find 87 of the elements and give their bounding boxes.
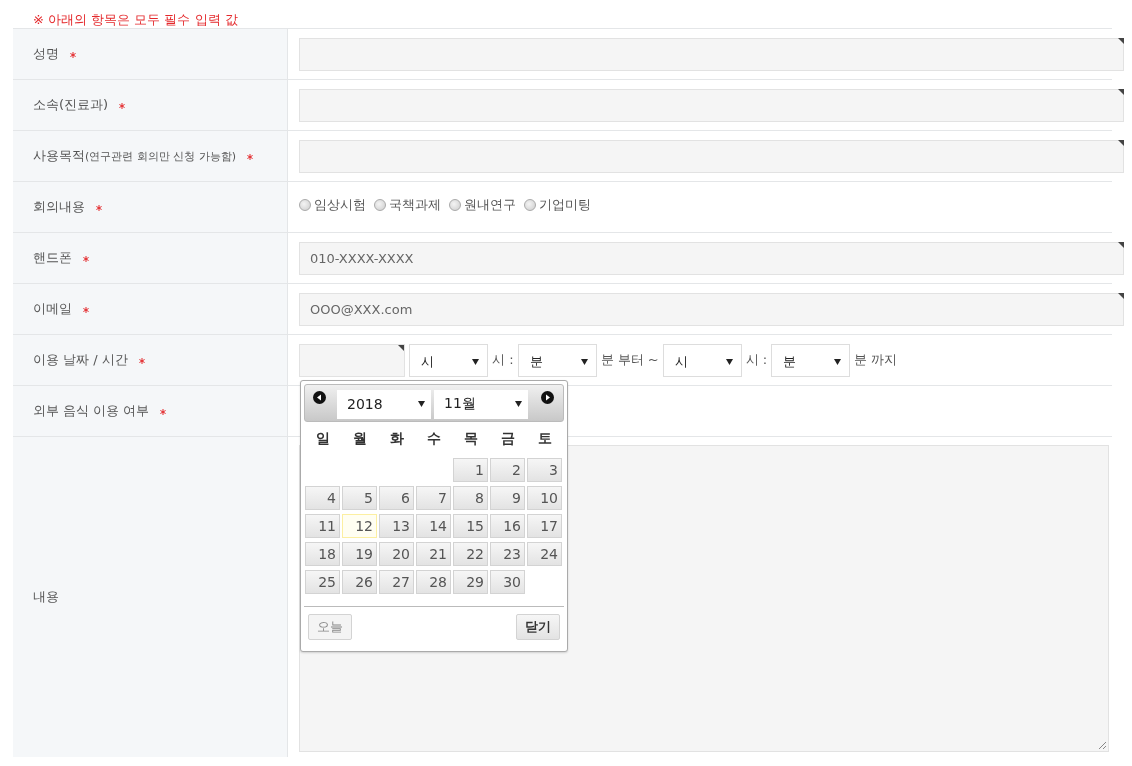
calendar-day[interactable]: 8 [453,485,488,510]
field-label: 이용 날짜 / 시간 [33,351,128,369]
calendar-day[interactable]: 25 [305,569,340,594]
calendar-day[interactable]: 23 [490,541,525,566]
year-select[interactable]: 2018 [337,389,431,419]
weekday-label: 목 [462,429,479,448]
calendar-day[interactable]: 26 [342,569,377,594]
field-label: 외부 음식 이용 여부 [33,402,150,420]
field-label: 회의내용 [33,198,85,216]
field-label: 성명 [33,45,59,63]
calendar-day[interactable]: 18 [305,541,340,566]
dropdown-caret-icon [725,359,733,365]
weekday-label: 월 [351,429,368,448]
radio-option[interactable]: 국책과제 [374,195,441,214]
calendar-day[interactable]: 6 [379,485,414,510]
field-label: 이메일 [33,300,72,318]
calendar-day[interactable]: 29 [453,569,488,594]
dropdown-caret-icon [472,359,479,365]
calendar-day[interactable]: 27 [379,569,414,594]
calendar-day[interactable]: 9 [490,485,525,510]
input-field[interactable] [299,139,1124,173]
time-unit-text: 시 : [745,351,768,369]
calendar-day[interactable]: 13 [379,513,414,538]
calendar-day[interactable]: 15 [453,513,488,538]
field-label: 핸드폰 [33,249,72,267]
corner-mark-icon [1118,37,1124,44]
corner-mark-icon [1118,292,1124,299]
weekday-label: 수 [425,429,442,448]
calendar-day[interactable]: 30 [490,569,525,594]
time-unit-text: 분 까지 [854,351,898,369]
close-button[interactable]: 닫기 [516,613,560,640]
resize-grip-icon [1098,741,1106,749]
calendar-day[interactable]: 19 [342,541,377,566]
time-select[interactable]: 시 [662,343,742,377]
calendar-day[interactable]: 28 [416,569,451,594]
calendar-day[interactable]: 12 [342,513,377,538]
corner-mark-icon [1118,139,1124,146]
radio-option[interactable]: 기업미팅 [524,195,591,214]
calendar-day[interactable]: 14 [416,513,451,538]
corner-mark-icon [1118,241,1124,248]
time-select[interactable]: 시 [409,343,488,377]
calendar-day[interactable]: 2 [490,457,525,482]
calendar-day[interactable]: 5 [342,485,377,510]
calendar-day[interactable]: 1 [453,457,488,482]
weekday-label: 화 [388,429,405,448]
radio-icon[interactable] [299,198,311,211]
calendar-day[interactable]: 17 [527,513,562,538]
calendar-day[interactable]: 7 [416,485,451,510]
radio-icon[interactable] [524,198,536,211]
calendar-day[interactable]: 16 [490,513,525,538]
weekday-label: 금 [499,429,516,448]
calendar-day[interactable]: 22 [453,541,488,566]
radio-icon[interactable] [374,198,386,211]
date-field[interactable] [299,343,405,377]
input-field[interactable]: 010-XXXX-XXXX [299,241,1124,275]
previous-month-icon[interactable] [313,390,326,404]
dropdown-caret-icon [515,401,522,407]
calendar-day[interactable]: 10 [527,485,562,510]
time-unit-text: 시 : [492,351,514,369]
radio-option[interactable]: 임상시험 [299,195,366,214]
next-month-icon[interactable] [541,390,554,404]
input-field[interactable] [299,88,1124,122]
field-label: 소속(진료과) [33,96,109,114]
month-select[interactable]: 11월 [434,389,528,419]
weekday-label: 토 [536,429,553,448]
dropdown-caret-icon [834,359,842,365]
weekday-label: 일 [314,429,331,448]
radio-option[interactable]: 원내연구 [449,195,516,214]
time-unit-text: 분 부터 ~ [600,351,659,369]
field-label: 사용목적(연구관련 회의만 신청 가능함) [33,147,237,165]
input-field[interactable] [299,37,1124,71]
calendar-day[interactable]: 3 [527,457,562,482]
calendar-day[interactable]: 21 [416,541,451,566]
dropdown-caret-icon [418,401,425,407]
calendar-day[interactable]: 20 [379,541,414,566]
calendar-day[interactable]: 4 [305,485,340,510]
dropdown-caret-icon [580,359,588,365]
calendar-day[interactable]: 11 [305,513,340,538]
radio-icon[interactable] [449,198,461,211]
time-select[interactable]: 분 [517,343,597,377]
input-field[interactable]: OOO@XXX.com [299,292,1124,326]
required-notice: ※ 아래의 항목은 모두 필수 입력 값 [32,11,239,28]
time-select[interactable]: 분 [771,343,851,377]
field-label: 내용 [33,588,59,606]
corner-mark-icon [398,344,404,351]
calendar-day[interactable]: 24 [527,541,562,566]
corner-mark-icon [1118,88,1124,95]
